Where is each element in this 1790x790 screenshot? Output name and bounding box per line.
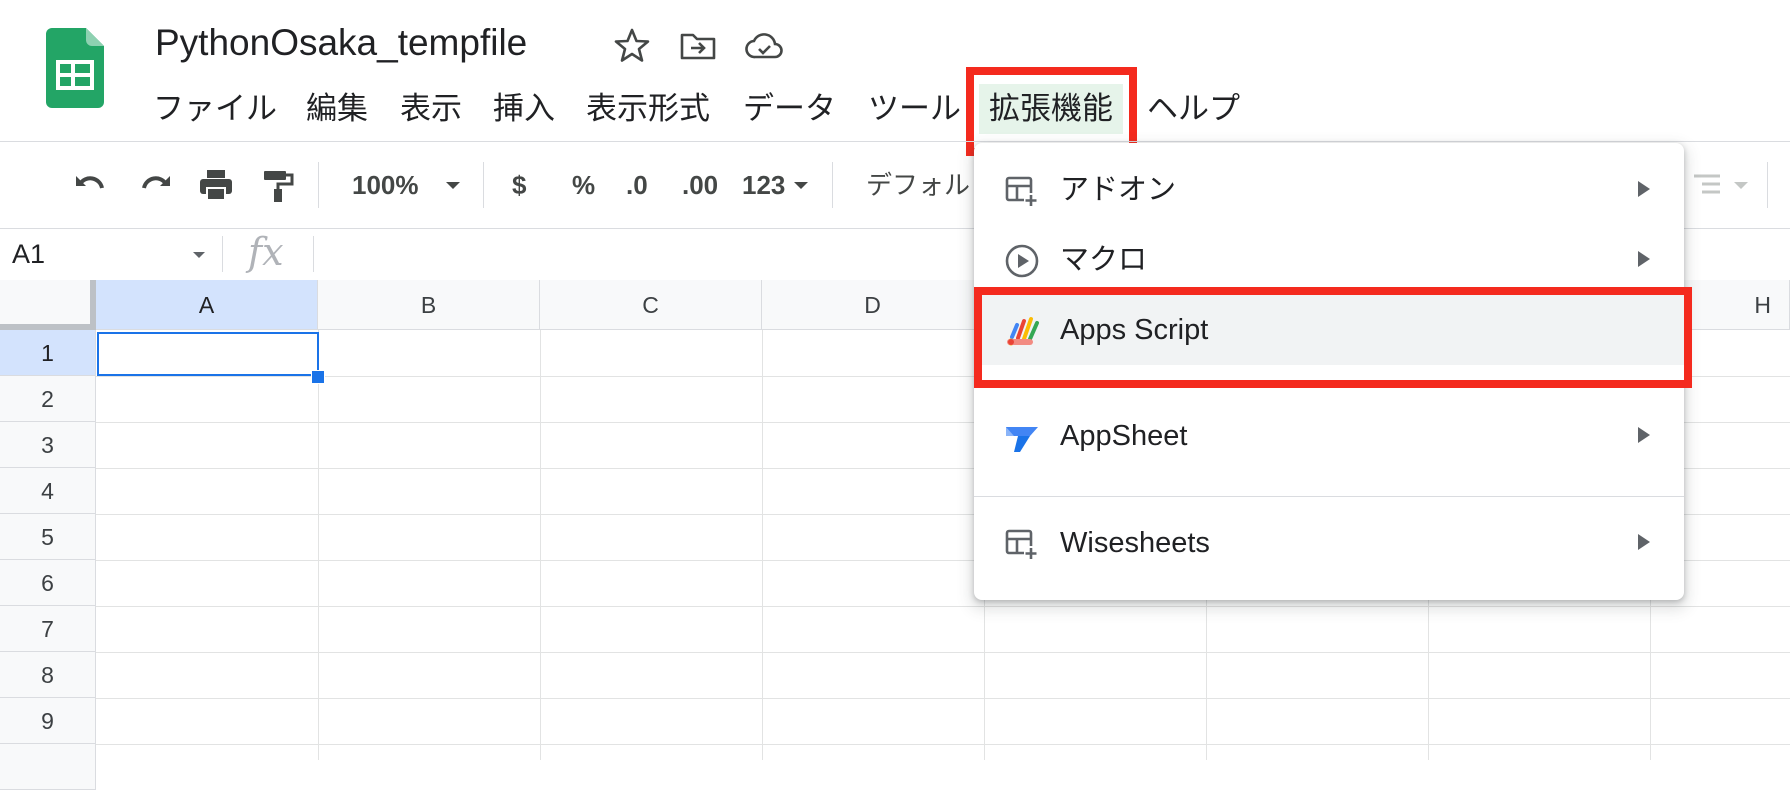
star-icon[interactable] [612,26,652,66]
menu-view[interactable]: 表示 [400,84,462,134]
menu-tools[interactable]: ツール [868,84,961,134]
submenu-arrow-icon [1638,181,1650,197]
extensions-menu: アドオン マクロ Apps Script AppSheet Wisesheets [974,143,1684,600]
addon-icon [1005,176,1038,207]
menu-item-wisesheets[interactable]: Wisesheets [974,508,1684,578]
row-header-1[interactable]: 1 [0,330,96,376]
apps-script-icon [1007,317,1039,346]
column-header-a[interactable]: A [96,280,318,330]
menu-item-label: マクロ [1060,244,1148,276]
row-header-3[interactable]: 3 [0,422,96,468]
increase-decimal-button[interactable]: .00 [682,164,718,206]
menu-item-appsheet[interactable]: AppSheet [974,401,1684,471]
redo-icon[interactable] [134,164,174,206]
menu-item-label: AppSheet [1060,420,1188,452]
undo-icon[interactable] [72,164,112,206]
move-folder-icon[interactable] [678,26,718,66]
menu-item-apps-script[interactable]: Apps Script [974,295,1684,365]
currency-format-button[interactable]: $ [512,164,526,206]
submenu-arrow-icon [1638,534,1650,550]
align-arrow-icon[interactable] [1732,164,1750,206]
addon-icon [1005,529,1038,560]
menu-item-addons[interactable]: アドオン [974,155,1684,225]
cloud-saved-icon[interactable] [744,26,784,66]
menu-item-label: アドオン [1060,174,1177,206]
menu-extensions[interactable]: 拡張機能 [979,84,1123,134]
more-formats-button[interactable]: 123 [742,164,785,206]
zoom-select[interactable]: 100% [352,164,419,206]
print-icon[interactable] [196,164,236,206]
menu-item-macros[interactable]: マクロ [974,225,1684,295]
submenu-arrow-icon [1638,251,1650,267]
menu-help[interactable]: ヘルプ [1147,84,1240,134]
menu-insert[interactable]: 挿入 [493,84,555,134]
row-header-9[interactable]: 9 [0,698,96,744]
menu-format[interactable]: 表示形式 [586,84,710,134]
document-title[interactable]: PythonOsaka_tempfile [155,22,527,64]
menu-data[interactable]: データ [743,84,836,134]
menu-file[interactable]: ファイル [153,84,277,134]
row-header-5[interactable]: 5 [0,514,96,560]
font-select[interactable]: デフォル [866,164,970,206]
submenu-arrow-icon [1638,427,1650,443]
row-header-7[interactable]: 7 [0,606,96,652]
column-header-c[interactable]: C [540,280,762,330]
decrease-decimal-button[interactable]: .0 [626,164,648,206]
zoom-dropdown-arrow-icon[interactable] [444,164,462,206]
row-header-2[interactable]: 2 [0,376,96,422]
menu-item-label: Apps Script [1060,314,1209,346]
row-header-6[interactable]: 6 [0,560,96,606]
row-header-8[interactable]: 8 [0,652,96,698]
fill-handle[interactable] [311,370,325,384]
percent-format-button[interactable]: % [572,164,595,206]
more-formats-arrow-icon[interactable] [792,164,810,206]
column-header-b[interactable]: B [318,280,540,330]
row-header-10[interactable] [0,744,96,790]
paint-format-icon[interactable] [258,164,298,206]
name-box[interactable]: A1 [12,236,45,272]
menu-edit[interactable]: 編集 [306,84,368,134]
row-header-4[interactable]: 4 [0,468,96,514]
macro-play-icon [1005,244,1039,278]
select-all-corner[interactable] [0,280,96,330]
fx-icon: fx [248,230,284,274]
menu-divider [974,496,1684,497]
column-header-d[interactable]: D [762,280,984,330]
active-cell-a1[interactable] [97,332,319,376]
appsheet-icon [1006,427,1038,452]
menu-item-label: Wisesheets [1060,527,1210,559]
align-icon[interactable] [1690,164,1730,206]
name-box-dropdown-icon[interactable] [192,244,206,264]
menu-bar: ファイル 編集 表示 挿入 表示形式 データ ツール 拡張機能 ヘルプ [0,84,1300,134]
